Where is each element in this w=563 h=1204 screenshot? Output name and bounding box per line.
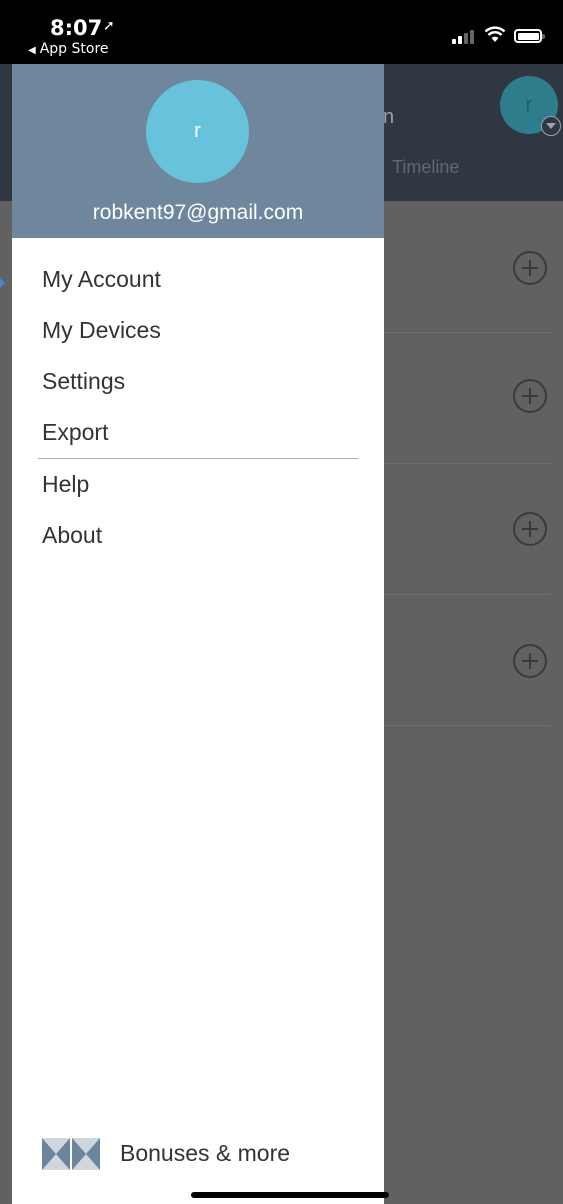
menu-item-my-devices[interactable]: My Devices [42, 305, 368, 356]
back-triangle-icon: ◀ [28, 45, 36, 56]
status-time: 8:07 [50, 16, 103, 40]
location-arrow-icon: ➚ [103, 17, 115, 33]
tab-timeline: Timeline [392, 157, 460, 177]
account-email: robkent97@gmail.com [92, 201, 304, 224]
menu-item-help[interactable]: Help [42, 459, 368, 510]
home-indicator[interactable] [191, 1192, 389, 1198]
bonus-logo-icon [42, 1138, 100, 1170]
avatar[interactable]: r [146, 80, 249, 183]
list-item [383, 463, 551, 595]
menu-item-settings[interactable]: Settings [42, 356, 368, 407]
add-circle-icon [513, 644, 547, 678]
chevron-down-icon [541, 116, 561, 136]
back-to-app-store-link[interactable]: ◀ App Store [28, 41, 109, 57]
menu-item-export[interactable]: Export [42, 407, 368, 458]
drawer-menu: My Account My Devices Settings Export He… [38, 254, 368, 561]
drawer-header: r robkent97@gmail.com [12, 64, 384, 238]
cellular-signal-icon [452, 28, 476, 44]
back-label: App Store [39, 41, 109, 57]
background-header-text: n [383, 106, 395, 128]
list-item [383, 201, 551, 333]
battery-icon [514, 29, 545, 43]
bonuses-label: Bonuses & more [120, 1140, 291, 1166]
menu-item-my-account[interactable]: My Account [42, 254, 368, 305]
add-circle-icon [513, 251, 547, 285]
add-circle-icon [513, 379, 547, 413]
status-bar: 8:07 ➚ ◀ App Store [0, 0, 563, 64]
active-item-marker [0, 278, 5, 288]
navigation-drawer: r robkent97@gmail.com My Account My Devi… [12, 64, 384, 1204]
wifi-icon [484, 26, 506, 42]
menu-item-about[interactable]: About [42, 510, 368, 561]
add-circle-icon [513, 512, 547, 546]
list-item [383, 594, 551, 726]
list-item [383, 332, 551, 464]
